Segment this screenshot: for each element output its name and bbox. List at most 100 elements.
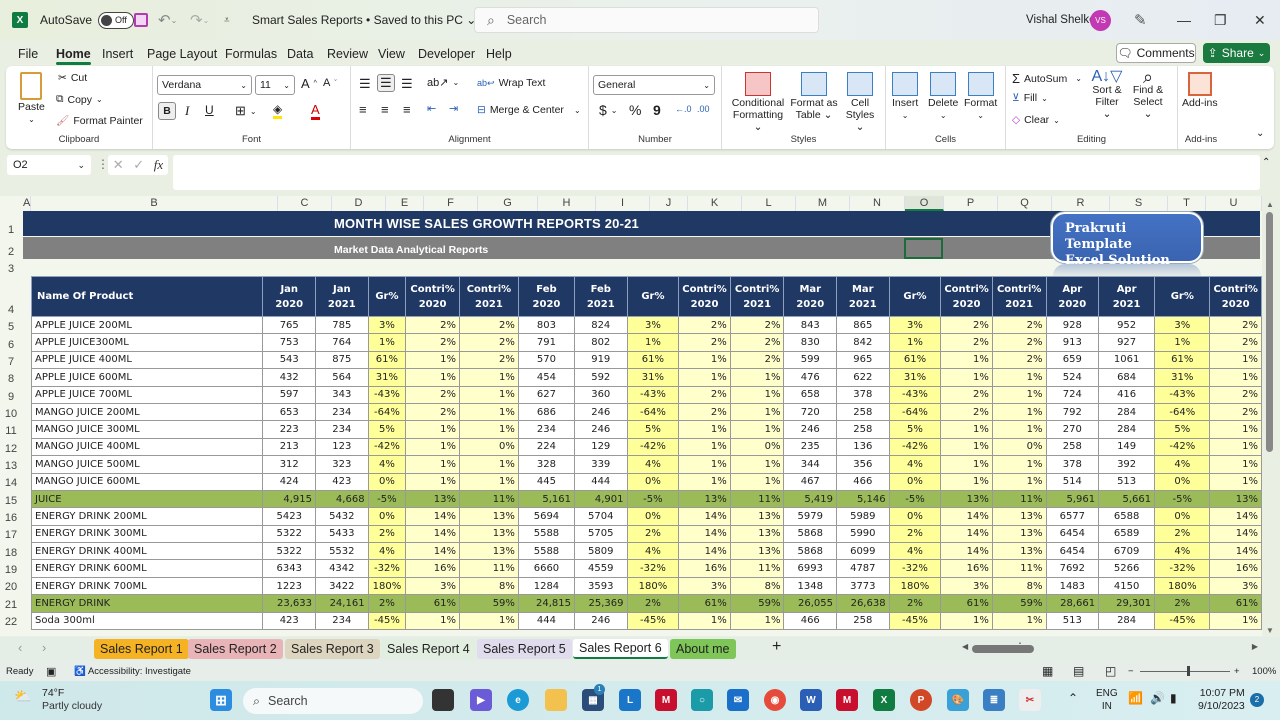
addins-button[interactable]: Add-ins bbox=[1182, 72, 1218, 109]
value-cell[interactable]: 4559 bbox=[573, 559, 628, 578]
tab-help[interactable]: Help bbox=[486, 47, 512, 61]
value-cell[interactable]: 4% bbox=[1154, 455, 1211, 474]
value-cell[interactable]: 344 bbox=[783, 455, 838, 474]
value-cell[interactable]: 11% bbox=[729, 559, 785, 578]
value-cell[interactable]: 6709 bbox=[1098, 542, 1156, 561]
value-cell[interactable]: 965 bbox=[836, 350, 890, 370]
collapse-ribbon-icon[interactable]: ⌄ bbox=[1256, 128, 1264, 139]
row-header-9[interactable]: 9 bbox=[0, 386, 22, 404]
value-cell[interactable]: 16% bbox=[405, 559, 460, 578]
value-cell[interactable]: 61% bbox=[1154, 350, 1211, 370]
value-cell[interactable]: 258 bbox=[836, 611, 890, 631]
row-header-19[interactable]: 19 bbox=[0, 560, 22, 577]
expand-formula-icon[interactable]: ⌃ bbox=[1262, 157, 1270, 168]
column-header-c[interactable]: C bbox=[278, 196, 332, 211]
column-header-i[interactable]: I bbox=[596, 196, 650, 211]
tab-file[interactable]: File bbox=[18, 47, 38, 61]
value-cell[interactable]: 4% bbox=[626, 542, 680, 561]
value-cell[interactable]: 26,055 bbox=[783, 594, 838, 613]
value-cell[interactable]: 129 bbox=[573, 437, 628, 457]
value-cell[interactable]: 1223 bbox=[262, 576, 317, 596]
value-cell[interactable]: 1% bbox=[458, 402, 519, 422]
volume-icon[interactable]: 🔊 bbox=[1150, 691, 1165, 705]
value-cell[interactable]: 13% bbox=[458, 507, 519, 526]
value-cell[interactable]: 2% bbox=[367, 524, 407, 544]
value-cell[interactable]: 5,161 bbox=[517, 489, 575, 509]
value-cell[interactable]: 1% bbox=[678, 455, 731, 474]
value-cell[interactable]: 513 bbox=[1098, 472, 1156, 491]
undo-icon[interactable]: ↶ ⌄ bbox=[158, 0, 177, 40]
value-cell[interactable]: 1% bbox=[678, 611, 731, 631]
enter-icon[interactable]: ✓ bbox=[133, 157, 144, 173]
value-cell[interactable]: -43% bbox=[1154, 385, 1211, 404]
value-cell[interactable]: 1% bbox=[458, 455, 519, 474]
value-cell[interactable]: 14% bbox=[940, 507, 993, 526]
horizontal-scrollbar[interactable]: ◀ ▶ bbox=[960, 642, 1260, 654]
column-header-d[interactable]: D bbox=[332, 196, 386, 211]
paint-icon[interactable]: 🎨 bbox=[947, 689, 969, 711]
value-cell[interactable]: 2% bbox=[888, 594, 942, 613]
value-cell[interactable]: 570 bbox=[517, 350, 575, 370]
value-cell[interactable]: 1% bbox=[458, 472, 519, 491]
value-cell[interactable]: 830 bbox=[783, 333, 838, 352]
value-cell[interactable]: 653 bbox=[262, 402, 317, 422]
value-cell[interactable]: 3593 bbox=[573, 576, 628, 596]
row-header-18[interactable]: 18 bbox=[0, 542, 22, 560]
column-header-n[interactable]: N bbox=[850, 196, 905, 211]
value-cell[interactable]: 5432 bbox=[315, 507, 369, 526]
column-heading[interactable]: Jan 2021 bbox=[315, 276, 369, 317]
value-cell[interactable]: 61% bbox=[678, 594, 731, 613]
zoom-in-button[interactable]: + bbox=[1234, 666, 1240, 677]
comma-button[interactable]: 9 bbox=[653, 102, 661, 118]
value-cell[interactable]: -45% bbox=[367, 611, 407, 631]
value-cell[interactable]: -64% bbox=[367, 402, 407, 422]
sheet-tab-sales-report-5[interactable]: Sales Report 5 bbox=[477, 639, 572, 659]
value-cell[interactable]: 466 bbox=[836, 472, 890, 491]
value-cell[interactable]: 1% bbox=[458, 420, 519, 439]
value-cell[interactable]: 14% bbox=[678, 542, 731, 561]
column-header-o[interactable]: O bbox=[905, 196, 944, 211]
column-heading[interactable]: Apr 2021 bbox=[1098, 276, 1156, 317]
alexa-icon[interactable]: ○ bbox=[691, 689, 713, 711]
row-header-3[interactable]: 3 bbox=[0, 259, 22, 276]
value-cell[interactable]: 0% bbox=[729, 437, 785, 457]
value-cell[interactable]: 1% bbox=[1209, 350, 1262, 370]
notification-badge[interactable]: 2 bbox=[1250, 693, 1264, 707]
value-cell[interactable]: 2% bbox=[405, 385, 460, 404]
value-cell[interactable]: 5,661 bbox=[1098, 489, 1156, 509]
value-cell[interactable]: 2% bbox=[1209, 315, 1262, 335]
value-cell[interactable]: 14% bbox=[1209, 542, 1262, 561]
value-cell[interactable]: 6588 bbox=[1098, 507, 1156, 526]
format-painter-button[interactable]: 🖌 Format Painter bbox=[56, 114, 143, 128]
value-cell[interactable]: 865 bbox=[836, 315, 890, 335]
value-cell[interactable]: 31% bbox=[367, 368, 407, 387]
value-cell[interactable]: 1% bbox=[991, 420, 1047, 439]
value-cell[interactable]: 11% bbox=[458, 559, 519, 578]
user-name[interactable]: Vishal Shelke bbox=[1026, 0, 1095, 40]
sheet-tab-sales-report-4[interactable]: Sales Report 4 bbox=[381, 639, 476, 659]
cell-styles-button[interactable]: Cell Styles ⌄ bbox=[842, 72, 878, 133]
column-header-f[interactable]: F bbox=[424, 196, 478, 211]
value-cell[interactable]: 234 bbox=[315, 420, 369, 439]
value-cell[interactable]: 1% bbox=[991, 368, 1047, 387]
value-cell[interactable]: 13% bbox=[458, 524, 519, 544]
borders-icon[interactable]: ⊞ ⌄ bbox=[235, 103, 257, 119]
value-cell[interactable]: 3% bbox=[678, 576, 731, 596]
value-cell[interactable]: 444 bbox=[573, 472, 628, 491]
value-cell[interactable]: 5% bbox=[1154, 420, 1211, 439]
value-cell[interactable]: 765 bbox=[262, 315, 317, 335]
value-cell[interactable]: 952 bbox=[1098, 315, 1156, 335]
mail-icon[interactable]: ✉ bbox=[727, 689, 749, 711]
value-cell[interactable]: 339 bbox=[573, 455, 628, 474]
value-cell[interactable]: 13% bbox=[991, 507, 1047, 526]
avatar[interactable]: VS bbox=[1090, 10, 1111, 31]
column-header-g[interactable]: G bbox=[478, 196, 538, 211]
mcafee-icon[interactable]: M bbox=[655, 689, 677, 711]
value-cell[interactable]: 16% bbox=[1209, 559, 1262, 578]
value-cell[interactable]: 11% bbox=[991, 559, 1047, 578]
italic-button[interactable]: I bbox=[185, 103, 189, 119]
paste-button[interactable]: Paste ⌄ bbox=[18, 72, 45, 126]
column-heading[interactable]: Feb 2020 bbox=[517, 276, 575, 317]
column-header-h[interactable]: H bbox=[538, 196, 596, 211]
value-cell[interactable]: 2% bbox=[991, 333, 1047, 352]
